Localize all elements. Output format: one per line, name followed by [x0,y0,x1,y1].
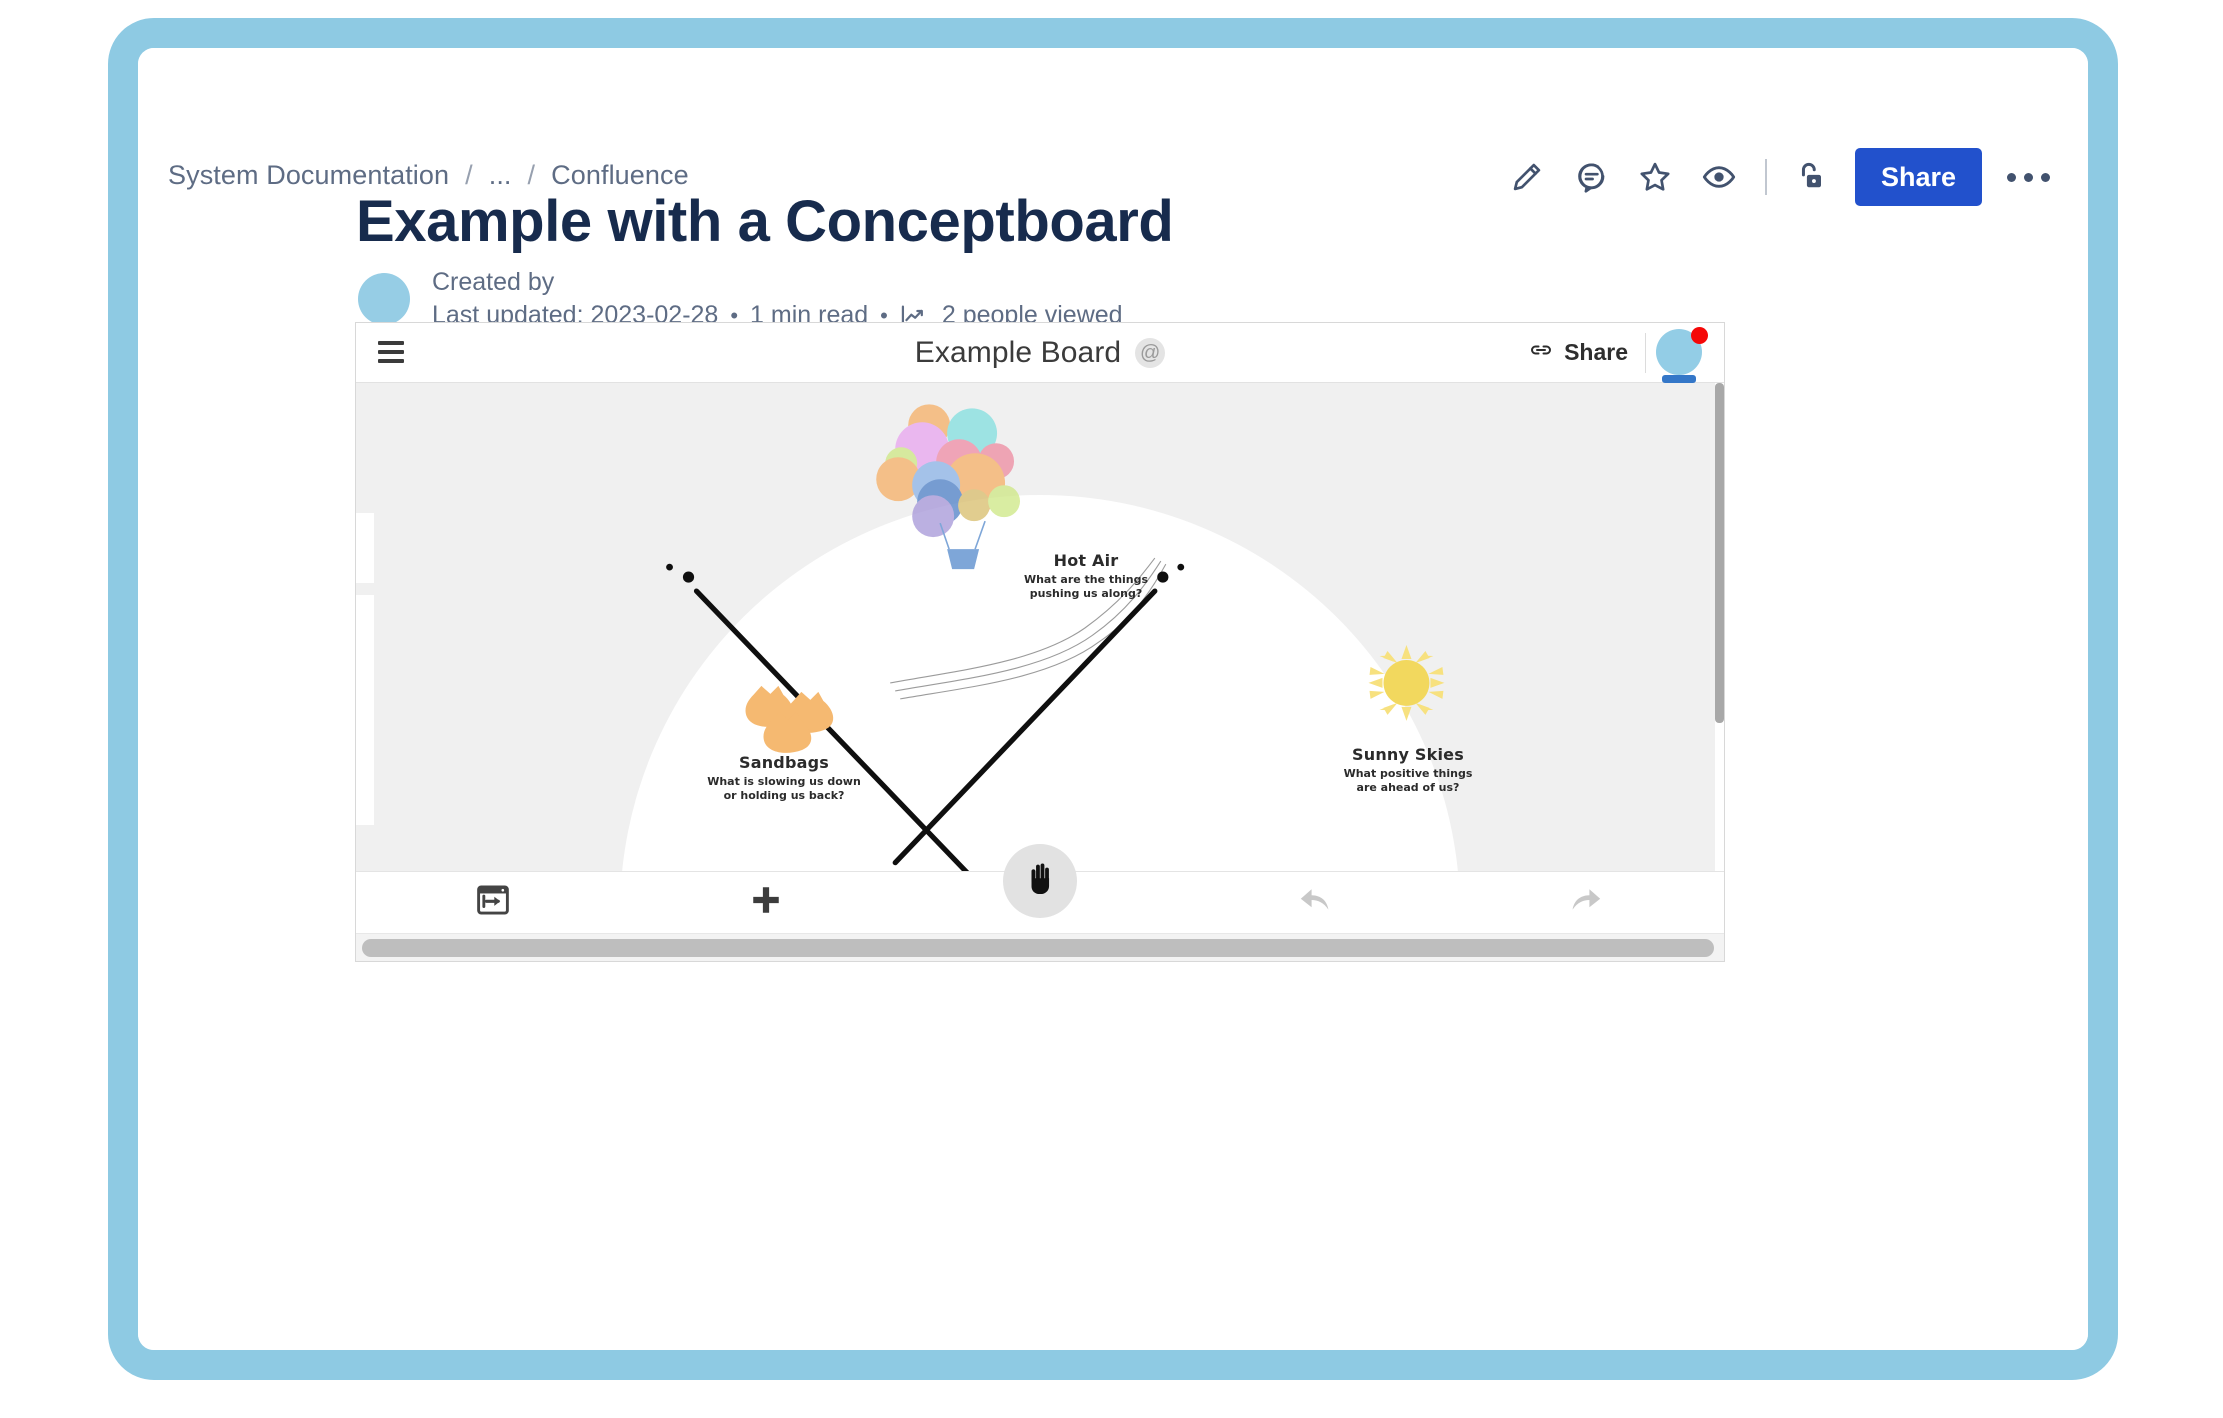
board-user-avatar[interactable] [1656,327,1710,383]
board-share-label: Share [1564,339,1628,365]
sticker-subtitle-line1: What are the things [1023,573,1149,586]
plus-icon [749,883,783,922]
present-window-icon [476,884,510,921]
conceptboard-embed[interactable]: Example Board @ Share Hot Air What are t… [355,322,1725,962]
board-title[interactable]: Example Board [915,336,1121,370]
page-title: Example with a Conceptboard [356,189,1174,254]
redo-button[interactable] [1450,872,1724,933]
breadcrumb-item-ellipsis[interactable]: ... [489,160,512,191]
sticker-sandbags[interactable]: Sandbags What is slowing us down or hold… [694,753,874,803]
sticker-sunny-skies[interactable]: Sunny Skies What positive things are ahe… [1318,745,1498,795]
author-avatar[interactable] [358,273,410,325]
redo-icon [1569,885,1605,920]
sticker-title: Sandbags [739,753,829,772]
page-byline: Created by Last updated: 2023-02-28 • 1 … [358,268,1123,330]
share-button[interactable]: Share [1854,148,1982,206]
hand-icon [1022,860,1058,903]
breadcrumb: System Documentation / ... / Confluence [168,160,689,191]
canvas-vertical-scrollbar-thumb[interactable] [1715,383,1724,723]
breadcrumb-separator: / [527,160,536,190]
notification-dot-icon [1691,327,1708,344]
hand-pan-tool-button[interactable] [1003,844,1077,918]
board-canvas[interactable]: Hot Air What are the things pushing us a… [356,383,1724,873]
board-artwork [666,404,1445,873]
board-bottom-toolbar [356,844,1724,933]
sticker-hot-air[interactable]: Hot Air What are the things pushing us a… [996,551,1176,601]
board-horizontal-scrollbar-thumb[interactable] [362,938,1714,957]
star-icon[interactable] [1627,149,1683,205]
sticker-subtitle-line2: are ahead of us? [1356,780,1460,794]
browser-window-frame: System Documentation / ... / Confluence [108,18,2118,1380]
page-actions-toolbar: Share [1499,144,2056,210]
more-dot [2006,172,2016,182]
sticker-title: Sunny Skies [1352,745,1464,764]
more-dot [2023,172,2033,182]
board-title-wrap: Example Board @ [356,323,1724,383]
undo-button[interactable] [1177,872,1451,933]
board-header-divider [1645,333,1646,373]
edit-pencil-icon[interactable] [1499,149,1555,205]
created-by-label: Created by [432,268,555,296]
more-actions-icon[interactable] [2000,149,2056,205]
more-dot [2040,172,2050,182]
board-share-button[interactable]: Share [1528,339,1628,366]
present-window-button[interactable] [356,872,630,933]
avatar-underline [1662,375,1696,383]
unlocked-padlock-icon[interactable] [1781,149,1837,205]
sticker-subtitle-line1: What positive things [1343,767,1473,780]
board-horizontal-scrollbar[interactable] [356,933,1724,961]
sticker-title: Hot Air [1053,551,1119,570]
watch-eye-icon[interactable] [1691,149,1747,205]
sticker-subtitle-line2: pushing us along? [1029,586,1143,600]
add-item-button[interactable] [630,872,904,933]
mention-badge-icon[interactable]: @ [1135,338,1166,368]
breadcrumb-separator: / [465,160,473,190]
sticker-subtitle-line2: or holding us back? [723,788,845,802]
breadcrumb-item-space[interactable]: System Documentation [168,160,449,191]
comment-icon[interactable] [1563,149,1619,205]
link-chain-icon [1528,339,1554,366]
canvas-vertical-scrollbar[interactable] [1715,383,1724,873]
board-header: Example Board @ Share [356,323,1724,383]
breadcrumb-item-parent[interactable]: Confluence [551,160,689,191]
undo-icon [1296,885,1332,920]
sticker-subtitle-line1: What is slowing us down [707,775,861,788]
actions-divider [1764,159,1767,195]
byline-text: Created by Last updated: 2023-02-28 • 1 … [432,268,1123,330]
confluence-page: System Documentation / ... / Confluence [138,48,2088,1350]
